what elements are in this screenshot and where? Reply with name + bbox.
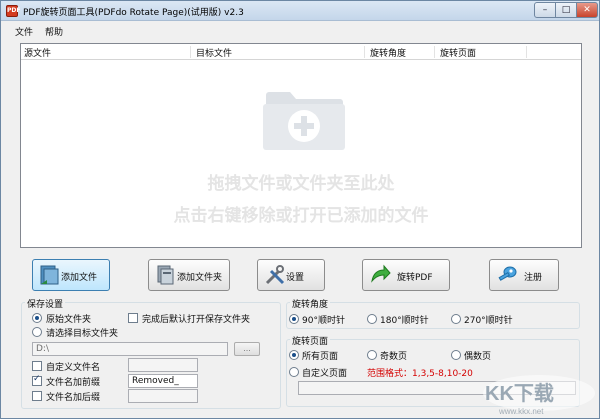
add-folder-button[interactable]: 添加文件夹 xyxy=(148,259,230,291)
original-folder-label: 原始文件夹 xyxy=(46,315,92,325)
open-after-done-checkbox[interactable] xyxy=(128,313,138,323)
even-pages-radio[interactable] xyxy=(451,350,461,360)
add-file-label: 添加文件 xyxy=(61,273,98,283)
rotate-pages-title: 旋转页面 xyxy=(290,334,331,347)
odd-pages-radio[interactable] xyxy=(367,350,377,360)
add-suffix-checkbox[interactable] xyxy=(32,391,42,401)
add-file-icon xyxy=(40,265,59,285)
rotate-angle-title: 旋转角度 xyxy=(290,297,331,310)
add-suffix-label: 文件名加后缀 xyxy=(46,393,101,403)
all-pages-radio[interactable] xyxy=(289,350,299,360)
add-prefix-checkbox[interactable] xyxy=(32,374,42,386)
choose-target-label: 请选择目标文件夹 xyxy=(46,329,119,339)
target-path-field[interactable]: D:\ xyxy=(32,342,228,356)
menu-help[interactable]: 帮助 xyxy=(45,25,63,38)
custom-pages-radio[interactable] xyxy=(289,367,299,377)
window-title: PDF旋转页面工具(PDFdo Rotate Page)(试用版) v2.3 xyxy=(23,8,244,18)
even-pages-label: 偶数页 xyxy=(464,352,492,362)
custom-pages-label: 自定义页面 xyxy=(302,369,348,379)
column-rotate-pages[interactable]: 旋转页面 xyxy=(437,46,527,59)
column-rotate-angle[interactable]: 旋转角度 xyxy=(367,46,435,59)
menu-file[interactable]: 文件 xyxy=(15,25,33,38)
settings-button[interactable]: 设置 xyxy=(257,259,325,291)
watermark-url: www.kkx.net xyxy=(498,407,544,416)
column-target-file[interactable]: 目标文件 xyxy=(193,46,365,59)
add-folder-icon xyxy=(263,92,345,150)
close-button[interactable]: ✕ xyxy=(576,2,598,18)
add-file-button[interactable]: 添加文件 xyxy=(32,259,110,291)
title-bar[interactable]: PDF PDF旋转页面工具(PDFdo Rotate Page)(试用版) v2… xyxy=(1,1,599,21)
minimize-button[interactable]: – xyxy=(534,2,556,18)
angle-270-radio[interactable] xyxy=(451,314,461,324)
custom-name-field[interactable] xyxy=(128,358,198,372)
column-source-file[interactable]: 源文件 xyxy=(21,46,191,59)
angle-180-radio[interactable] xyxy=(367,314,377,324)
add-folder-label: 添加文件夹 xyxy=(177,273,223,283)
range-format-hint: 范围格式：1,3,5-8,10-20 xyxy=(367,369,473,379)
main-window: PDF PDF旋转页面工具(PDFdo Rotate Page)(试用版) v2… xyxy=(0,0,600,419)
maximize-button[interactable]: □ xyxy=(555,2,577,18)
save-settings-title: 保存设置 xyxy=(25,297,66,310)
register-label: 注册 xyxy=(524,273,543,283)
all-pages-label: 所有页面 xyxy=(302,352,339,362)
settings-label: 设置 xyxy=(286,273,305,283)
drop-hint-primary: 拖拽文件或文件夹至此处 xyxy=(207,174,395,194)
custom-name-label: 自定义文件名 xyxy=(46,363,101,373)
browse-button[interactable]: ... xyxy=(234,342,260,356)
menu-bar: 文件 帮助 xyxy=(1,22,599,38)
app-icon: PDF xyxy=(6,5,20,17)
kk-watermark-logo: KK下载 www.kkx.net xyxy=(483,375,595,416)
suffix-field[interactable] xyxy=(128,389,198,403)
add-prefix-label: 文件名加前缀 xyxy=(46,378,101,388)
register-button[interactable]: 注册 xyxy=(489,259,559,291)
angle-180-label: 180°顺时针 xyxy=(380,316,429,326)
original-folder-radio[interactable] xyxy=(32,313,42,323)
drop-hint-secondary: 点击右键移除或打开已添加的文件 xyxy=(173,206,429,226)
file-list[interactable]: 源文件 目标文件 旋转角度 旋转页面 拖拽文件或文件夹至此处 点击右键移除或打开… xyxy=(20,43,582,248)
folder-add-icon xyxy=(157,265,174,285)
choose-target-radio[interactable] xyxy=(32,327,42,337)
rotate-pdf-button[interactable]: 旋转PDF xyxy=(362,259,450,291)
watermark-text: KK下载 xyxy=(485,381,554,405)
custom-name-checkbox[interactable] xyxy=(32,361,42,371)
angle-90-label: 90°顺时针 xyxy=(302,316,345,326)
tools-icon xyxy=(265,265,285,285)
key-icon xyxy=(498,266,517,281)
odd-pages-label: 奇数页 xyxy=(380,352,408,362)
rotate-arrow-icon xyxy=(371,264,391,283)
angle-90-radio[interactable] xyxy=(289,314,299,324)
prefix-field[interactable]: Removed_ xyxy=(128,374,198,388)
rotate-pdf-label: 旋转PDF xyxy=(397,273,433,283)
list-header: 源文件 目标文件 旋转角度 旋转页面 xyxy=(21,44,581,60)
angle-270-label: 270°顺时针 xyxy=(464,316,513,326)
open-after-done-label: 完成后默认打开保存文件夹 xyxy=(142,315,251,325)
